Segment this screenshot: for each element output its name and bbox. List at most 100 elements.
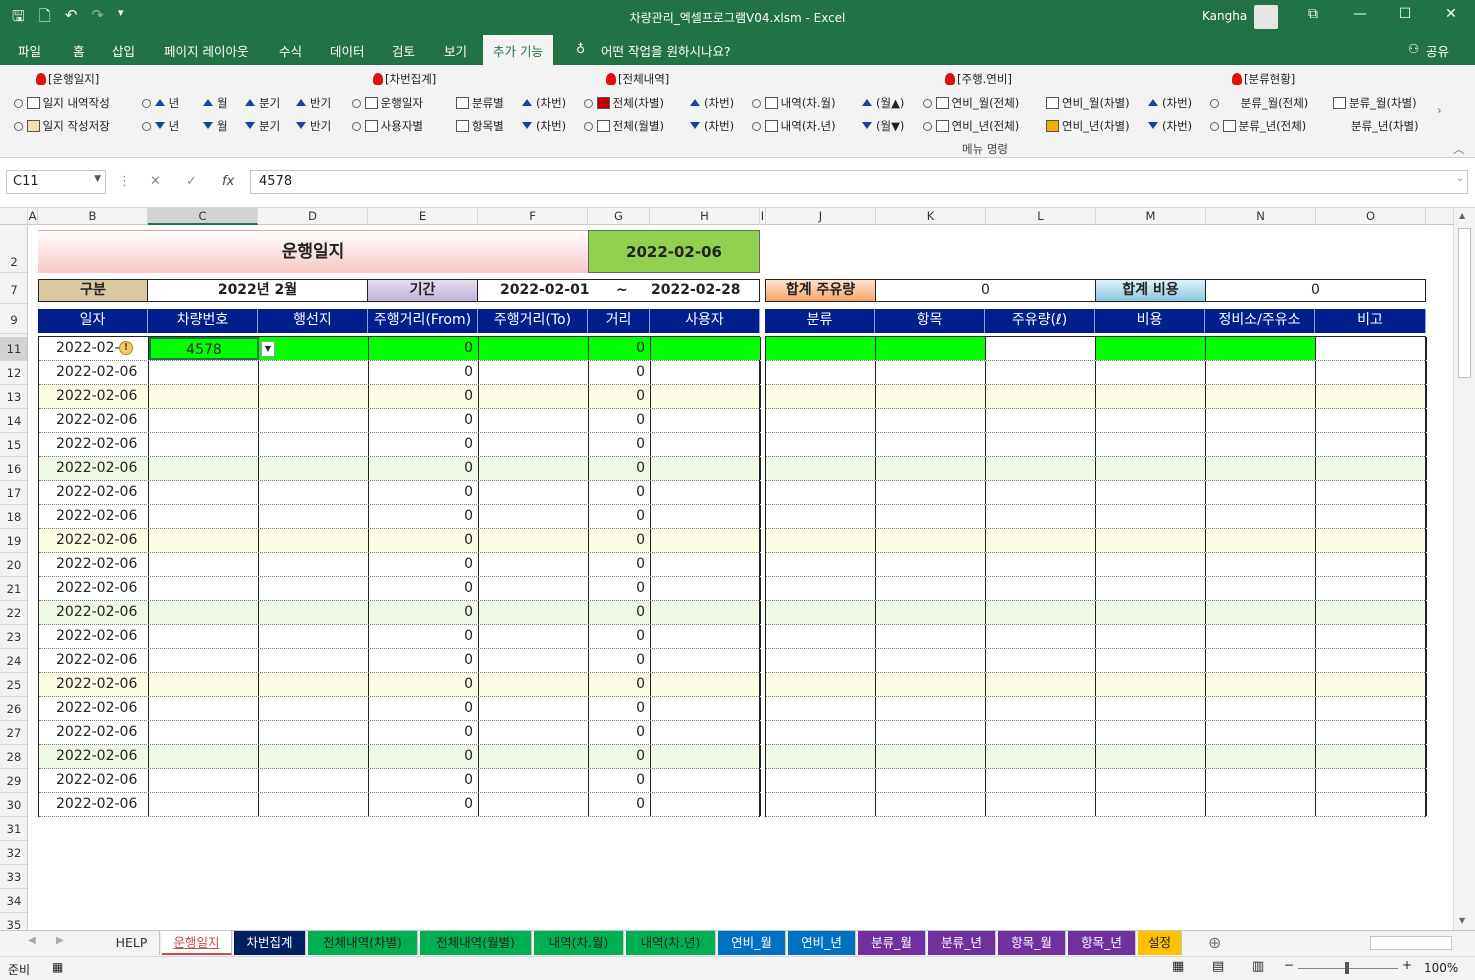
table-cell[interactable] <box>986 745 1096 768</box>
row-header[interactable]: 7 <box>0 277 27 304</box>
sheet-tab[interactable]: 전체내역(차별) <box>308 931 418 955</box>
table-cell[interactable]: 0 <box>589 793 651 816</box>
sheet-tab[interactable]: 운행일지 <box>162 931 232 955</box>
table-cell[interactable] <box>1206 769 1316 792</box>
table-cell[interactable] <box>259 697 369 720</box>
sheet-tab[interactable]: 항목_월 <box>998 931 1066 955</box>
table-cell[interactable] <box>651 673 761 696</box>
ribbon-btn-quarter-down[interactable]: 분기 <box>245 118 280 134</box>
sheet-tab[interactable]: 내역(차.년) <box>626 931 716 955</box>
row-header[interactable]: 12 <box>0 361 27 385</box>
table-cell[interactable]: 2022-02-06 <box>39 385 149 408</box>
table-cell[interactable] <box>651 433 761 456</box>
table-cell[interactable] <box>1206 337 1316 360</box>
table-cell[interactable] <box>479 361 589 384</box>
table-cell[interactable] <box>766 337 876 360</box>
gubun-value[interactable]: 2022년 2월 <box>147 279 368 302</box>
sheet-tab[interactable]: HELP <box>104 931 160 955</box>
table-cell[interactable] <box>1206 529 1316 552</box>
table-cell[interactable] <box>1096 697 1206 720</box>
table-cell[interactable] <box>766 409 876 432</box>
table-cell[interactable] <box>149 601 259 624</box>
ribbon-btn-log-write[interactable]: 일지 내역작성 <box>14 95 110 111</box>
table-cell[interactable] <box>1096 793 1206 816</box>
table-cell[interactable] <box>479 625 589 648</box>
table-cell[interactable] <box>1206 673 1316 696</box>
table-cell[interactable] <box>479 601 589 624</box>
table-cell[interactable] <box>259 745 369 768</box>
collapse-ribbon-icon[interactable]: ︿ <box>1453 141 1465 157</box>
sheet-tab[interactable]: 설정 <box>1138 931 1182 955</box>
ribbon-btn-detail-car-year[interactable]: 내역(차.년) <box>752 118 836 134</box>
ribbon-btn-by-user[interactable]: 사용자별 <box>352 118 423 134</box>
column-header[interactable]: K <box>876 208 986 225</box>
ribbon-btn-quarter-up[interactable]: 분기 <box>245 95 280 111</box>
table-cell[interactable]: 2022-02-06 <box>39 721 149 744</box>
ribbon-btn-carno-down[interactable]: (차번) <box>522 118 566 134</box>
table-cell[interactable] <box>259 481 369 504</box>
sheet-tab[interactable]: 차번집계 <box>234 931 306 955</box>
column-header[interactable]: H <box>650 208 760 225</box>
table-cell[interactable]: 0 <box>589 697 651 720</box>
table-cell[interactable] <box>479 529 589 552</box>
table-cell[interactable] <box>1206 361 1316 384</box>
table-cell[interactable] <box>766 553 876 576</box>
table-cell[interactable] <box>766 721 876 744</box>
table-cell[interactable]: 0 <box>369 769 479 792</box>
table-cell[interactable] <box>766 481 876 504</box>
row-header[interactable]: 28 <box>0 745 27 769</box>
table-cell[interactable]: 0 <box>369 673 479 696</box>
select-all-corner[interactable] <box>0 208 28 225</box>
user-name[interactable]: Kangha <box>1202 9 1247 23</box>
table-cell[interactable] <box>1316 529 1427 552</box>
table-cell[interactable] <box>259 433 369 456</box>
table-cell[interactable] <box>1206 553 1316 576</box>
table-cell[interactable]: 2022-02-06 <box>39 481 149 504</box>
table-cell[interactable] <box>479 481 589 504</box>
table-cell[interactable] <box>1096 577 1206 600</box>
table-cell[interactable]: 0 <box>369 529 479 552</box>
ribbon-btn-carno-up[interactable]: (차번) <box>522 95 566 111</box>
table-cell[interactable] <box>479 385 589 408</box>
avatar[interactable] <box>1254 5 1278 29</box>
table-cell[interactable] <box>651 745 761 768</box>
table-cell[interactable] <box>876 793 986 816</box>
table-cell[interactable] <box>876 625 986 648</box>
table-cell[interactable] <box>1316 553 1427 576</box>
column-header[interactable]: B <box>38 208 148 225</box>
table-cell[interactable] <box>1316 673 1427 696</box>
table-cell[interactable] <box>1096 625 1206 648</box>
table-cell[interactable] <box>651 481 761 504</box>
row-header[interactable]: 17 <box>0 481 27 505</box>
today-date[interactable]: 2022-02-06 <box>588 230 760 273</box>
column-header[interactable]: N <box>1206 208 1316 225</box>
scroll-thumb[interactable] <box>1458 228 1471 378</box>
table-cell[interactable] <box>1096 649 1206 672</box>
table-cell[interactable] <box>876 553 986 576</box>
table-cell[interactable] <box>149 553 259 576</box>
ribbon-btn-year-down[interactable]: 년 <box>142 118 179 134</box>
dropdown-chevron-icon[interactable]: ▼ <box>261 341 275 357</box>
table-cell[interactable]: 0 <box>369 601 479 624</box>
table-cell[interactable]: 0 <box>589 481 651 504</box>
table-cell[interactable] <box>1096 601 1206 624</box>
table-cell[interactable] <box>651 337 761 360</box>
table-cell[interactable] <box>149 625 259 648</box>
table-cell[interactable] <box>651 361 761 384</box>
table-cell[interactable]: 0 <box>369 649 479 672</box>
page-break-view-icon[interactable]: ▥ <box>1252 959 1264 974</box>
table-cell[interactable] <box>876 649 986 672</box>
macro-record-icon[interactable]: ▦ <box>52 960 63 974</box>
table-cell[interactable] <box>876 337 986 360</box>
table-cell[interactable] <box>149 769 259 792</box>
table-cell[interactable]: 0 <box>369 385 479 408</box>
table-cell[interactable]: 2022-02-06 <box>39 457 149 480</box>
zoom-in-icon[interactable]: + <box>1402 958 1412 972</box>
row-header[interactable]: 21 <box>0 577 27 601</box>
ribbon-btn-mileage-month-all[interactable]: 연비_월(전체) <box>923 95 1019 111</box>
tab-data[interactable]: 데이터 <box>330 41 365 60</box>
table-cell[interactable] <box>259 625 369 648</box>
sheet-tab[interactable]: 연비_년 <box>788 931 856 955</box>
table-cell[interactable] <box>986 409 1096 432</box>
table-cell[interactable] <box>766 385 876 408</box>
